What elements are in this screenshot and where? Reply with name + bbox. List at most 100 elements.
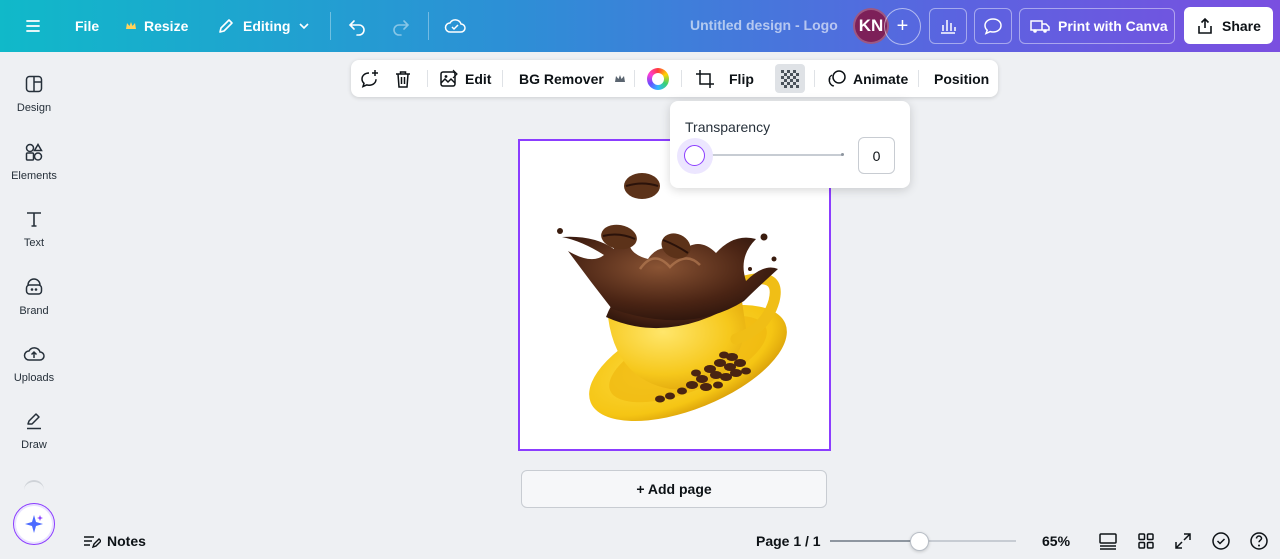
flip-label: Flip — [729, 70, 754, 87]
transparency-button[interactable] — [775, 64, 805, 93]
divider — [814, 70, 815, 87]
undo-button[interactable] — [347, 0, 367, 52]
add-comment-button[interactable] — [360, 60, 380, 97]
color-wheel-icon — [647, 67, 669, 90]
comments-button[interactable] — [974, 8, 1012, 44]
file-menu[interactable]: File — [75, 0, 99, 52]
bar-chart-icon — [941, 20, 956, 34]
flip-button[interactable]: Flip — [729, 60, 754, 97]
elements-icon — [25, 143, 43, 161]
save-status-button[interactable] — [444, 0, 466, 52]
resize-label: Resize — [144, 18, 189, 34]
divider — [428, 12, 429, 40]
share-button[interactable]: Share — [1184, 7, 1273, 44]
invite-button[interactable]: + — [884, 8, 921, 45]
expand-icon — [1175, 533, 1191, 549]
add-page-label: + Add page — [636, 481, 712, 497]
sidebar-item-label: Text — [23, 237, 45, 249]
sidebar-item-label: Uploads — [13, 372, 55, 384]
share-label: Share — [1222, 17, 1261, 34]
zoom-slider-thumb[interactable] — [909, 532, 929, 551]
sidebar-item-label: Draw — [21, 439, 47, 451]
design-icon — [25, 75, 43, 93]
top-bar: File Resize Editing Untitled design - Lo… — [0, 0, 1280, 52]
crop-button[interactable] — [695, 60, 715, 97]
transparency-value-input[interactable]: 0 — [858, 137, 895, 174]
print-with-canva-button[interactable]: Print with Canva — [1019, 8, 1175, 44]
sidebar-item-brand[interactable]: Brand — [0, 277, 68, 317]
transparency-title: Transparency — [685, 119, 771, 135]
check-circle-icon — [1212, 532, 1230, 550]
zoom-slider-fill — [830, 540, 920, 542]
sidebar-item-uploads[interactable]: Uploads — [0, 344, 68, 384]
divider — [681, 70, 682, 87]
animate-button[interactable]: Animate — [827, 60, 908, 97]
delete-button[interactable] — [394, 60, 412, 97]
transparency-slider-thumb[interactable] — [684, 145, 705, 166]
editing-label: Editing — [243, 18, 291, 34]
plus-icon: + — [896, 15, 909, 37]
check-button[interactable] — [1211, 531, 1231, 551]
resize-button[interactable]: Resize — [125, 0, 188, 52]
transparency-slider-track[interactable] — [694, 154, 842, 156]
animate-label: Animate — [853, 70, 909, 87]
redo-button[interactable] — [391, 0, 411, 52]
sidebar-overflow-hint — [24, 480, 44, 490]
notes-icon — [84, 536, 101, 549]
insights-button[interactable] — [929, 8, 967, 44]
bottom-bar: Notes Page 1 / 1 65% — [68, 523, 1280, 559]
sidebar-item-elements[interactable]: Elements — [0, 142, 68, 182]
color-button[interactable] — [647, 60, 669, 97]
uploads-icon — [23, 347, 45, 361]
help-icon — [1250, 532, 1268, 550]
divider — [502, 70, 503, 87]
chevron-down-icon — [299, 23, 310, 30]
avatar-initials: KN — [858, 16, 884, 35]
notes-button[interactable]: Notes — [81, 523, 146, 559]
fullscreen-button[interactable] — [1173, 531, 1193, 551]
comment-icon — [984, 18, 1002, 35]
cloud-check-icon — [444, 19, 466, 33]
draw-icon — [27, 413, 41, 430]
animate-icon — [828, 69, 846, 87]
position-button[interactable]: Position — [934, 60, 989, 97]
grid-view-button[interactable] — [1136, 531, 1156, 551]
menu-button[interactable] — [24, 0, 42, 52]
page-view-button[interactable] — [1098, 531, 1118, 551]
sidebar-item-label: Elements — [11, 170, 57, 182]
redo-icon — [393, 20, 410, 36]
bg-remover-button[interactable]: BG Remover — [519, 60, 626, 97]
page-indicator[interactable]: Page 1 / 1 — [756, 523, 821, 559]
page-indicator-label: Page 1 / 1 — [756, 533, 821, 549]
edit-image-button[interactable]: Edit — [439, 60, 491, 97]
add-page-button[interactable]: + Add page — [521, 470, 827, 508]
sidebar-item-draw[interactable]: Draw — [0, 411, 68, 451]
sparkle-icon — [25, 515, 43, 533]
truck-icon — [1030, 20, 1050, 33]
zoom-level: 65% — [1042, 533, 1071, 549]
pages-icon — [1099, 533, 1117, 550]
pencil-icon — [219, 19, 233, 33]
share-icon — [1198, 17, 1212, 34]
design-title[interactable]: Untitled design - Logo — [690, 17, 838, 33]
sidebar-item-text[interactable]: Text — [0, 209, 68, 249]
bg-remover-label: BG Remover — [519, 70, 604, 87]
grid-icon — [1138, 533, 1154, 549]
brand-icon — [25, 278, 43, 295]
sidebar-item-label: Brand — [19, 305, 49, 317]
notes-label: Notes — [107, 533, 146, 549]
sidebar-item-label: Design — [16, 102, 52, 114]
sidebar-item-design[interactable]: Design — [0, 74, 68, 114]
transparency-value: 0 — [872, 147, 881, 164]
crown-icon — [614, 74, 625, 82]
editing-mode-dropdown[interactable]: Editing — [216, 0, 311, 52]
divider — [918, 70, 919, 87]
crop-icon — [696, 69, 714, 88]
help-button[interactable] — [1249, 531, 1269, 551]
sidebar: Design Elements Text Brand Uploads Draw — [0, 52, 68, 559]
zoom-level-button[interactable]: 65% — [1042, 523, 1070, 559]
slider-end-dot — [841, 153, 844, 156]
file-label: File — [75, 18, 100, 34]
crown-icon — [126, 22, 136, 29]
magic-assistant-button[interactable] — [13, 503, 55, 545]
